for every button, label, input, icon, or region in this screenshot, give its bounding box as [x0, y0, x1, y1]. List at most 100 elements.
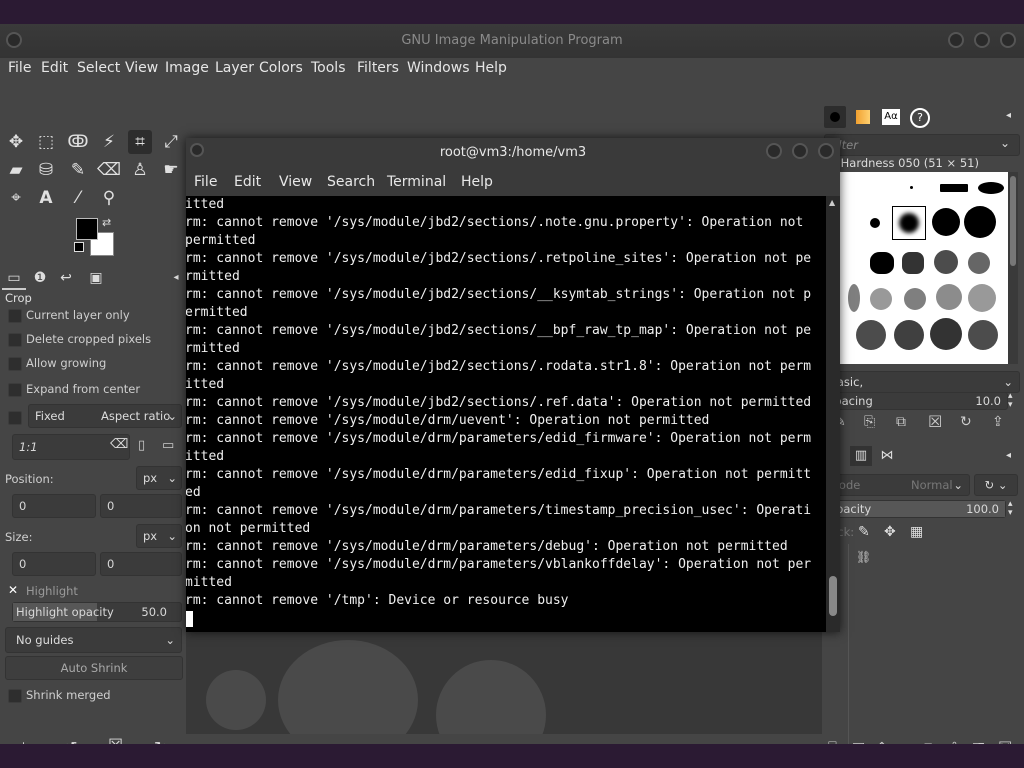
eraser-tool-icon[interactable]: ⌫ [97, 158, 121, 182]
auto-shrink-button[interactable]: Auto Shrink [5, 656, 183, 680]
clear-input-icon[interactable]: ⌫ [110, 437, 128, 452]
size-unit-dropdown[interactable]: px ⌄ [136, 524, 182, 548]
paths-tab-icon[interactable]: ⋈ [876, 446, 898, 466]
color-picker-tool-icon[interactable]: ⁄ [66, 186, 90, 210]
menu-colors[interactable]: Colors [259, 60, 303, 76]
paintbrush-tool-icon[interactable]: ✎ [66, 158, 90, 182]
fixed-checkbox[interactable] [8, 411, 22, 425]
scroll-up-icon[interactable]: ▲ [829, 198, 835, 207]
position-y-input[interactable]: 0 [100, 494, 182, 518]
terminal-minimize-button[interactable] [766, 143, 782, 159]
restore-options-icon[interactable]: ↺ [64, 738, 77, 744]
position-unit-dropdown[interactable]: px ⌄ [136, 466, 182, 490]
clone-tool-icon[interactable]: ♙ [128, 158, 152, 182]
brush-thumb[interactable] [930, 318, 962, 350]
delete-layer-icon[interactable]: ☒ [998, 738, 1012, 744]
bucket-fill-tool-icon[interactable]: ⛁ [34, 158, 58, 182]
current-layer-only-checkbox[interactable] [8, 309, 22, 323]
terminal-menu-file[interactable]: File [194, 174, 217, 190]
lasso-tool-icon[interactable]: ↂ [66, 130, 90, 154]
brush-thumb[interactable] [964, 206, 996, 238]
brush-thumb[interactable] [978, 182, 1004, 194]
zoom-tool-icon[interactable]: ⚲ [97, 186, 121, 210]
paths-tool-icon[interactable]: ⌖ [4, 186, 28, 210]
lock-alpha-icon[interactable]: ▦ [910, 524, 923, 540]
lower-layer-icon[interactable]: ⌄ [900, 740, 912, 744]
terminal-menu-edit[interactable]: Edit [234, 174, 261, 190]
fixed-mode-dropdown[interactable]: Fixed Aspect ratio ⌄ [28, 404, 182, 428]
terminal-title-bar[interactable]: root@vm3:/home/vm3 [186, 138, 840, 168]
brush-thumb[interactable] [894, 320, 924, 350]
brush-grid-scrollbar[interactable] [1008, 172, 1018, 364]
menu-help[interactable]: Help [475, 60, 507, 76]
smudge-tool-icon[interactable]: ☛ [159, 158, 183, 182]
brush-preset-dropdown[interactable]: Basic, ⌄ [824, 371, 1020, 393]
brush-thumb[interactable] [934, 250, 958, 274]
terminal-window-menu-button[interactable] [190, 143, 204, 157]
duplicate-brush-icon[interactable]: ⧉ [896, 414, 906, 430]
undo-history-tab-icon[interactable]: ↩ [54, 268, 78, 288]
delete-brush-icon[interactable]: ☒ [928, 412, 942, 431]
mask-layer-icon[interactable]: ◨ [972, 740, 985, 744]
guides-dropdown[interactable]: No guides ⌄ [5, 627, 182, 653]
default-colors-icon[interactable] [74, 242, 84, 252]
terminal-output[interactable]: itted rm: cannot remove '/sys/module/jbd… [186, 196, 826, 632]
brush-thumb[interactable] [870, 218, 880, 228]
dock-menu-icon[interactable]: ◂ [1006, 110, 1011, 121]
maximize-button[interactable] [974, 32, 990, 48]
brush-thumb[interactable] [848, 284, 860, 312]
duplicate-layer-icon[interactable]: ⧉ [924, 740, 934, 744]
fuzzy-select-tool-icon[interactable]: ⚡ [97, 130, 121, 154]
transform-tool-icon[interactable]: ⤢ [159, 130, 183, 154]
brush-thumb[interactable] [932, 208, 960, 236]
menu-tools[interactable]: Tools [311, 60, 346, 76]
refresh-brushes-icon[interactable]: ↻ [960, 414, 972, 430]
move-tool-icon[interactable]: ✥ [4, 130, 28, 154]
layer-opacity-slider[interactable]: Opacity 100.0 [824, 500, 1006, 518]
foreground-color-swatch[interactable] [76, 218, 98, 240]
window-menu-button[interactable] [6, 32, 22, 48]
text-tool-icon[interactable]: A [34, 186, 58, 210]
brush-thumb[interactable] [870, 288, 892, 310]
close-button[interactable] [1000, 32, 1016, 48]
reset-options-icon[interactable]: ↻ [154, 738, 167, 744]
brush-thumb[interactable] [968, 320, 998, 350]
brushes-tab-icon[interactable] [824, 106, 846, 128]
brush-thumb[interactable] [936, 284, 962, 310]
spin-buttons-icon[interactable]: ▴ ▾ [1008, 500, 1013, 518]
size-width-input[interactable]: 0 [12, 552, 96, 576]
save-options-icon[interactable]: ⤓ [20, 738, 27, 744]
new-layer-icon[interactable]: ⎘ [828, 740, 839, 744]
delete-options-icon[interactable]: ☒ [108, 736, 123, 744]
minimize-button[interactable] [948, 32, 964, 48]
help-tab-icon[interactable]: ? [908, 106, 930, 128]
brush-thumb[interactable] [968, 284, 996, 312]
delete-cropped-checkbox[interactable] [8, 333, 22, 347]
layer-chain-icon[interactable]: ⛓ [856, 550, 871, 564]
highlight-opacity-slider[interactable]: Highlight opacity 50.0 [12, 602, 182, 622]
brush-spacing-slider[interactable]: Spacing 10.0 [824, 392, 1008, 410]
dock-menu-icon[interactable]: ◂ [1006, 450, 1011, 461]
size-height-input[interactable]: 0 [100, 552, 182, 576]
menu-view[interactable]: View [125, 60, 158, 76]
tool-options-tab-icon[interactable]: ▭ [2, 268, 26, 290]
anchor-layer-icon[interactable]: ⚓ [948, 740, 961, 744]
brush-thumb[interactable] [870, 252, 894, 274]
brush-thumb[interactable] [904, 288, 926, 310]
brush-grid[interactable] [840, 172, 1008, 364]
terminal-scrollbar-thumb[interactable] [829, 576, 837, 616]
swap-colors-icon[interactable]: ⇄ [102, 216, 111, 229]
warp-tool-icon[interactable]: ▰ [4, 158, 28, 182]
expand-from-center-checkbox[interactable] [8, 383, 22, 397]
layer-mode-dropdown[interactable]: Mode Normal ⌄ [824, 474, 970, 496]
fonts-tab-icon[interactable]: Aα [880, 106, 902, 128]
brush-thumb[interactable] [940, 184, 968, 192]
highlight-checkbox[interactable]: ✕ [8, 583, 18, 597]
brush-thumb[interactable] [968, 252, 990, 274]
patterns-tab-icon[interactable] [852, 106, 874, 128]
menu-filters[interactable]: Filters [357, 60, 399, 76]
crop-tool-icon[interactable]: ⌗ [128, 130, 152, 154]
new-brush-icon[interactable]: ⎘ [864, 414, 875, 430]
rect-select-tool-icon[interactable]: ⬚ [34, 130, 58, 154]
composite-mode-dropdown[interactable]: ↻ ⌄ [974, 474, 1018, 496]
